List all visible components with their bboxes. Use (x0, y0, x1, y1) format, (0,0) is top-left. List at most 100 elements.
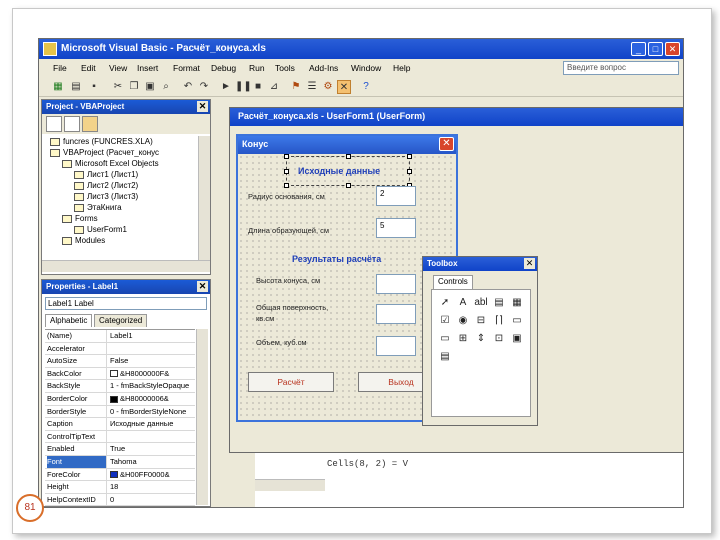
toolbox-control-icon[interactable]: abl (474, 296, 488, 310)
property-row[interactable]: BorderColor &H80000006& (45, 393, 195, 406)
property-value[interactable]: &H8000000F& (110, 368, 194, 380)
property-row[interactable]: Font Tahoma (45, 456, 195, 469)
property-value[interactable]: Tahoma (110, 456, 194, 468)
toolbox-control-icon[interactable]: ▭ (438, 332, 452, 346)
resize-handle[interactable] (284, 183, 289, 188)
label-area[interactable]: Общая поверхность, кв.см (256, 302, 346, 324)
tree-item-funcres[interactable]: funcres (FUNCRES.XLA) (50, 136, 153, 147)
tab-alphabetic[interactable]: Alphabetic (45, 314, 93, 327)
find-icon[interactable]: ⌕ (159, 80, 173, 94)
toolbox-control-icon[interactable]: ⊞ (456, 332, 470, 346)
toolbox-control-icon[interactable]: ▣ (510, 332, 524, 346)
property-row[interactable]: BackStyle 1 - fmBackStyleOpaque (45, 380, 195, 393)
label-height[interactable]: Высота конуса, см (256, 276, 320, 285)
redo-icon[interactable]: ↷ (197, 80, 211, 94)
copy-icon[interactable]: ❐ (127, 80, 141, 94)
tree-item-thisworkbook[interactable]: ЭтаКнига (74, 202, 122, 213)
menu-window[interactable]: Window (351, 63, 381, 73)
tree-item-modules[interactable]: Modules (62, 235, 105, 246)
code-hscroll[interactable] (255, 479, 325, 491)
tree-item-userform1[interactable]: UserForm1 (74, 224, 127, 235)
run-icon[interactable]: ► (219, 80, 233, 94)
property-value[interactable]: 0 - fmBorderStyleNone (110, 406, 194, 418)
property-value[interactable]: &H80000006& (110, 393, 194, 405)
menu-tools[interactable]: Tools (275, 63, 295, 73)
tree-item-forms[interactable]: Forms (62, 213, 98, 224)
textbox-radius[interactable]: 2 (376, 186, 416, 206)
toolbox-control-icon[interactable]: ▭ (510, 314, 524, 328)
resize-handle[interactable] (284, 169, 289, 174)
property-row[interactable]: Caption Исходные данные (45, 418, 195, 431)
toolbox-control-icon[interactable]: ⌈⌉ (492, 314, 506, 328)
toolbox-control-icon[interactable]: ◉ (456, 314, 470, 328)
toolbox-close-icon[interactable]: ✕ (524, 258, 535, 269)
textbox-generatrix[interactable]: 5 (376, 218, 416, 238)
property-row[interactable]: HelpContextID 0 (45, 493, 195, 507)
toolbox-control-icon[interactable]: ☑ (438, 314, 452, 328)
project-vscroll[interactable] (198, 136, 210, 260)
tree-item-sheet3[interactable]: Лист3 (Лист3) (74, 191, 138, 202)
tab-controls[interactable]: Controls (433, 275, 473, 289)
property-value[interactable]: False (110, 355, 194, 367)
maximize-button[interactable]: □ (648, 42, 663, 56)
menu-help[interactable]: Help (393, 63, 410, 73)
toolbox-control-icon[interactable]: A (456, 296, 470, 310)
tab-categorized[interactable]: Categorized (94, 314, 148, 327)
property-value[interactable]: True (110, 443, 194, 455)
toolbox-control-icon[interactable]: ⇕ (474, 332, 488, 346)
property-row[interactable]: BackColor &H8000000F& (45, 367, 195, 381)
menu-run[interactable]: Run (249, 63, 265, 73)
label-generatrix[interactable]: Длина образующей, см (248, 226, 329, 235)
property-value[interactable]: 18 (110, 481, 194, 493)
textbox-area[interactable] (376, 304, 416, 324)
property-value[interactable]: 0 (110, 494, 194, 506)
minimize-button[interactable]: _ (631, 42, 646, 56)
menu-view[interactable]: View (109, 63, 127, 73)
close-button[interactable]: ✕ (665, 42, 680, 56)
save-icon[interactable]: ▪ (87, 80, 101, 94)
menu-edit[interactable]: Edit (81, 63, 96, 73)
design-mode-icon[interactable]: ⊿ (267, 80, 281, 94)
ask-question-input[interactable]: Введите вопрос (563, 61, 679, 75)
toolbox-control-icon[interactable]: ▤ (492, 296, 506, 310)
properties-window-icon[interactable]: ☰ (305, 80, 319, 94)
textbox-height[interactable] (376, 274, 416, 294)
resize-handle[interactable] (346, 183, 351, 188)
object-browser-icon[interactable]: ⚙ (321, 80, 335, 94)
break-icon[interactable]: ❚❚ (235, 80, 252, 94)
property-row[interactable]: ControlTipText (45, 430, 195, 444)
form-close-icon[interactable]: ✕ (439, 137, 454, 151)
project-explorer-icon[interactable]: ⚑ (289, 80, 303, 94)
menu-insert[interactable]: Insert (137, 63, 158, 73)
toggle-folders-icon[interactable] (82, 116, 98, 132)
object-select[interactable]: Label1 Label (45, 297, 207, 310)
toolbox-icon[interactable]: ✕ (337, 80, 351, 94)
resize-handle[interactable] (407, 169, 412, 174)
project-close-icon[interactable]: ✕ (197, 101, 208, 112)
property-row[interactable]: Height 18 (45, 481, 195, 494)
property-value[interactable]: Label1 (110, 330, 194, 342)
property-value[interactable]: Исходные данные (110, 418, 194, 430)
properties-close-icon[interactable]: ✕ (197, 281, 208, 292)
property-value[interactable]: 1 - fmBackStyleOpaque (110, 380, 194, 392)
property-row[interactable]: ForeColor &H00FF0000& (45, 468, 195, 482)
toolbox-control-icon[interactable]: ⊡ (492, 332, 506, 346)
tree-item-vbaproject[interactable]: VBAProject (Расчет_конус (50, 147, 159, 158)
help-icon[interactable]: ? (359, 80, 373, 94)
property-row[interactable]: BorderStyle 0 - fmBorderStyleNone (45, 405, 195, 419)
resize-handle[interactable] (284, 154, 289, 159)
toolbox-control-icon[interactable]: ▤ (438, 350, 452, 364)
paste-icon[interactable]: ▣ (143, 80, 157, 94)
property-row[interactable]: AutoSize False (45, 355, 195, 368)
view-object-icon[interactable] (64, 116, 80, 132)
properties-vscroll[interactable] (196, 329, 208, 505)
toolbox-control-icon[interactable]: ➚ (438, 296, 452, 310)
resize-handle[interactable] (346, 154, 351, 159)
toolbox-control-icon[interactable]: ▦ (510, 296, 524, 310)
resize-handle[interactable] (407, 154, 412, 159)
calc-button[interactable]: Расчёт (248, 372, 334, 392)
reset-icon[interactable]: ■ (251, 80, 265, 94)
project-hscroll[interactable] (42, 260, 210, 272)
menu-addins[interactable]: Add-Ins (309, 63, 338, 73)
label-input-section[interactable]: Исходные данные (298, 166, 380, 176)
